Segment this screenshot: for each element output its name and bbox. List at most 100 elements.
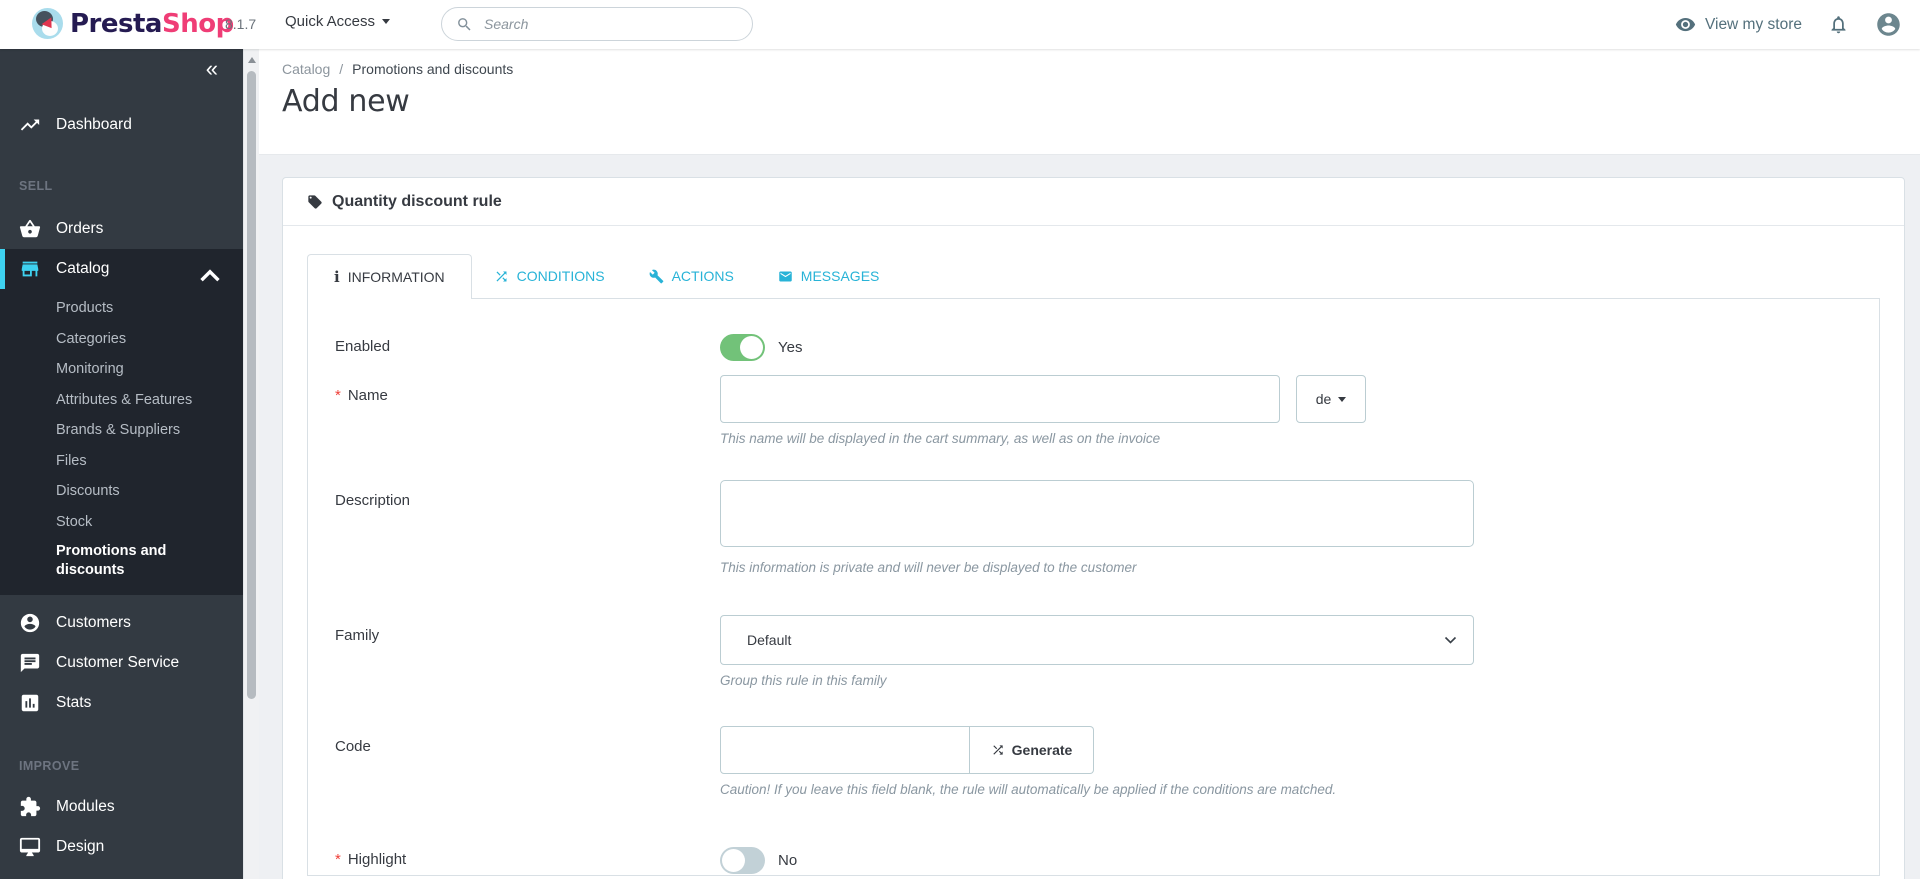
family-help-text: Group this rule in this family bbox=[720, 673, 887, 688]
code-help-text: Caution! If you leave this field blank, … bbox=[720, 782, 1337, 797]
sidebar-collapse-button[interactable]: « bbox=[206, 55, 218, 83]
tab-conditions[interactable]: CONDITIONS bbox=[472, 254, 627, 298]
scrollbar-thumb[interactable] bbox=[247, 71, 256, 699]
chevron-down-icon bbox=[1444, 636, 1457, 644]
sidebar-item-categories[interactable]: Categories bbox=[0, 324, 243, 355]
highlight-row: * Highlight No bbox=[308, 845, 1879, 874]
tab-information[interactable]: i INFORMATION bbox=[307, 254, 472, 299]
toggle-knob bbox=[722, 849, 745, 872]
catalog-submenu: Products Categories Monitoring Attribute… bbox=[0, 289, 243, 583]
rule-tabs: i INFORMATION CONDITIONS ACTIONS MESSAGE… bbox=[307, 254, 1880, 299]
information-tab-content: Enabled Yes * Name de This name will be … bbox=[307, 298, 1880, 876]
family-label: Family bbox=[335, 627, 380, 644]
panel-header: Quantity discount rule bbox=[283, 178, 1904, 226]
breadcrumb-promotions-and-discounts[interactable]: Promotions and discounts bbox=[352, 61, 513, 77]
tab-actions[interactable]: ACTIONS bbox=[627, 254, 756, 298]
description-textarea[interactable] bbox=[720, 480, 1474, 547]
tab-messages[interactable]: MESSAGES bbox=[756, 254, 902, 298]
sidebar-item-monitoring[interactable]: Monitoring bbox=[0, 354, 243, 385]
sidebar-item-promotions-and-discounts[interactable]: Promotions and discounts bbox=[0, 537, 206, 583]
enabled-row: Enabled Yes bbox=[308, 332, 1879, 361]
account-menu-button[interactable] bbox=[1875, 11, 1902, 38]
sidebar-item-customers[interactable]: Customers bbox=[0, 603, 243, 643]
highlight-value: No bbox=[778, 852, 798, 869]
sidebar-item-customer-service[interactable]: Customer Service bbox=[0, 643, 243, 683]
quick-access-button[interactable]: Quick Access bbox=[285, 13, 391, 30]
shuffle-icon bbox=[992, 745, 1003, 755]
toggle-knob bbox=[740, 336, 763, 359]
global-search bbox=[441, 7, 753, 41]
chevron-down-icon bbox=[1338, 396, 1347, 402]
sidebar-item-files[interactable]: Files bbox=[0, 446, 243, 477]
version-label: 8.1.7 bbox=[225, 16, 257, 32]
sidebar-item-products[interactable]: Products bbox=[0, 293, 243, 324]
sidebar-catalog-expanded-block: Catalog Products Categories Monitoring A… bbox=[0, 249, 243, 595]
family-row: Family Default Group this rule in this f… bbox=[308, 615, 1879, 688]
enabled-toggle[interactable] bbox=[720, 334, 765, 361]
sidebar-item-design[interactable]: Design bbox=[0, 827, 243, 867]
info-icon: i bbox=[334, 267, 340, 286]
sidebar-item-modules[interactable]: Modules bbox=[0, 787, 243, 827]
name-help-text: This name will be displayed in the cart … bbox=[720, 431, 1161, 446]
notifications-button[interactable] bbox=[1828, 14, 1849, 35]
description-help-text: This information is private and will nev… bbox=[720, 560, 1137, 575]
quantity-discount-rule-panel: Quantity discount rule i INFORMATION CON… bbox=[282, 177, 1905, 879]
name-input[interactable] bbox=[720, 375, 1280, 423]
name-label: * Name bbox=[335, 375, 720, 446]
search-icon bbox=[458, 17, 471, 31]
shuffle-icon bbox=[496, 271, 507, 281]
puzzle-piece-icon bbox=[20, 796, 41, 817]
page-toolbar: Catalog / Promotions and discounts Add n… bbox=[259, 49, 1920, 155]
top-header: PrestaShop 8.1.7 Quick Access View my st… bbox=[0, 0, 1920, 49]
search-input[interactable] bbox=[482, 15, 738, 33]
sidebar-item-stock[interactable]: Stock bbox=[0, 507, 243, 538]
required-marker: * bbox=[335, 851, 341, 868]
generate-button[interactable]: Generate bbox=[970, 726, 1094, 774]
code-input[interactable] bbox=[720, 726, 970, 774]
person-circle-icon bbox=[20, 613, 40, 633]
avatar-icon bbox=[1877, 13, 1900, 36]
shopping-basket-icon bbox=[19, 219, 41, 238]
page-title: Add new bbox=[282, 84, 410, 119]
chat-bubble-icon bbox=[20, 653, 40, 673]
desktop-monitor-icon bbox=[19, 837, 41, 857]
code-label: Code bbox=[335, 738, 371, 755]
sidebar-section-sell: SELL bbox=[19, 179, 53, 193]
family-select[interactable]: Default bbox=[720, 615, 1474, 665]
enabled-label: Enabled bbox=[335, 338, 391, 355]
sidebar-item-orders[interactable]: Orders bbox=[0, 209, 243, 249]
name-row: * Name de This name will be displayed in… bbox=[308, 375, 1879, 446]
sidebar-section-improve: IMPROVE bbox=[19, 759, 80, 773]
code-row: Code Generate Caution! If you leave this… bbox=[308, 726, 1879, 797]
prestashop-logo[interactable]: PrestaShop bbox=[32, 8, 234, 39]
sidebar-item-stats[interactable]: Stats bbox=[0, 683, 243, 723]
view-my-store-button[interactable]: View my store bbox=[1675, 14, 1802, 35]
enabled-value: Yes bbox=[778, 339, 803, 356]
scrollbar-up-arrow-icon[interactable] bbox=[248, 57, 256, 63]
breadcrumb-catalog[interactable]: Catalog bbox=[282, 61, 330, 77]
bell-icon bbox=[1831, 16, 1846, 34]
storefront-icon bbox=[21, 261, 39, 277]
panel-title: Quantity discount rule bbox=[332, 192, 502, 210]
prestashop-logo-icon bbox=[32, 8, 63, 39]
sidebar-scrollbar[interactable] bbox=[243, 49, 259, 879]
sidebar-item-catalog[interactable]: Catalog bbox=[0, 249, 243, 289]
breadcrumb-separator: / bbox=[339, 61, 344, 77]
highlight-toggle[interactable] bbox=[720, 847, 765, 874]
prestashop-admin-app: PrestaShop 8.1.7 Quick Access View my st… bbox=[0, 0, 1920, 879]
chevron-up-icon bbox=[200, 269, 220, 282]
sidebar-item-discounts[interactable]: Discounts bbox=[0, 476, 243, 507]
description-label: Description bbox=[335, 492, 411, 509]
highlight-label: * Highlight bbox=[335, 845, 720, 874]
trending-up-icon bbox=[20, 119, 40, 131]
envelope-icon bbox=[779, 271, 792, 281]
sidebar-item-dashboard[interactable]: Dashboard bbox=[0, 105, 243, 145]
bar-chart-icon bbox=[21, 694, 39, 712]
sidebar-nav: « Dashboard SELL Orders Catalog Products… bbox=[0, 49, 243, 879]
description-row: Description This information is private … bbox=[308, 480, 1879, 575]
sidebar-item-brands-suppliers[interactable]: Brands & Suppliers bbox=[0, 415, 243, 446]
eye-icon bbox=[1675, 17, 1696, 32]
language-dropdown-button[interactable]: de bbox=[1296, 375, 1366, 423]
sidebar-item-attributes-features[interactable]: Attributes & Features bbox=[0, 385, 243, 416]
brand-wordmark: PrestaShop bbox=[70, 8, 234, 39]
